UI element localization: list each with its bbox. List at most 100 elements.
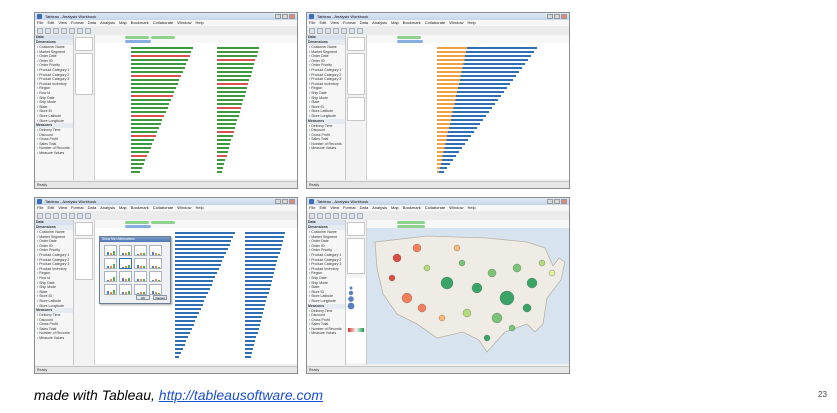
bar-mark[interactable] [175, 308, 201, 311]
dimension-item[interactable]: Product Category 1 [35, 68, 73, 73]
bar-mark[interactable] [131, 55, 190, 58]
sort-icon[interactable] [69, 27, 75, 34]
store-marker[interactable] [423, 264, 431, 272]
menu-data[interactable]: Data [360, 205, 368, 210]
marks-card[interactable] [75, 238, 93, 280]
bar-mark[interactable] [175, 276, 216, 279]
filters-card[interactable] [347, 37, 365, 51]
save-icon[interactable] [325, 27, 331, 34]
bar-mark[interactable] [217, 167, 223, 170]
bar-mark[interactable] [245, 328, 259, 331]
bar-mark[interactable] [131, 123, 161, 126]
sort-icon[interactable] [341, 212, 347, 219]
bar-mark[interactable] [245, 244, 282, 247]
bar-mark[interactable] [131, 59, 188, 62]
store-marker[interactable] [548, 269, 556, 277]
bar-mark[interactable] [217, 139, 232, 142]
bar-mark[interactable] [175, 344, 185, 347]
menu-window[interactable]: Window [177, 205, 191, 210]
undo-icon[interactable] [309, 27, 315, 34]
undo-icon[interactable] [37, 27, 43, 34]
bar-mark[interactable] [131, 51, 192, 54]
new-sheet-icon[interactable] [333, 212, 339, 219]
bar-mark[interactable] [437, 127, 477, 130]
bar-mark[interactable] [437, 91, 504, 94]
bar-mark[interactable] [245, 332, 258, 335]
bar-mark[interactable] [131, 103, 170, 106]
show-me-icon[interactable] [357, 212, 363, 219]
bar-mark[interactable] [437, 115, 486, 118]
maximize-button[interactable] [554, 199, 560, 204]
bar-mark[interactable] [437, 99, 498, 102]
bar-mark[interactable] [217, 91, 246, 94]
measure-item[interactable]: Measure Values [35, 336, 73, 341]
store-marker[interactable] [522, 303, 532, 313]
chart-type-option[interactable] [119, 245, 132, 256]
menu-analysis[interactable]: Analysis [100, 205, 115, 210]
bar-mark[interactable] [245, 260, 278, 263]
menu-edit[interactable]: Edit [319, 205, 326, 210]
minimize-button[interactable] [547, 14, 553, 19]
bar-mark[interactable] [217, 63, 255, 66]
menu-view[interactable]: View [58, 205, 67, 210]
bar-mark[interactable] [175, 336, 189, 339]
bar-mark[interactable] [131, 119, 163, 122]
measure-item[interactable]: Measure Values [35, 151, 73, 156]
bar-mark[interactable] [217, 59, 256, 62]
bar-mark[interactable] [175, 324, 194, 327]
store-marker[interactable] [471, 282, 483, 294]
bar-mark[interactable] [131, 63, 187, 66]
bar-mark[interactable] [217, 75, 251, 78]
bar-mark[interactable] [437, 119, 483, 122]
chart-type-option[interactable] [134, 284, 147, 295]
dimension-item[interactable]: Product Category 1 [35, 253, 73, 258]
menu-help[interactable]: Help [468, 205, 476, 210]
bar-mark[interactable] [217, 87, 247, 90]
bar-mark[interactable] [245, 272, 274, 275]
bar-mark[interactable] [217, 95, 245, 98]
dimension-item[interactable]: Product Category 1 [307, 253, 345, 258]
bar-mark[interactable] [245, 236, 284, 239]
bar-mark[interactable] [245, 320, 261, 323]
bar-mark[interactable] [245, 276, 273, 279]
bar-mark[interactable] [131, 127, 159, 130]
menu-view[interactable]: View [330, 205, 339, 210]
save-icon[interactable] [325, 212, 331, 219]
swap-icon[interactable] [349, 212, 355, 219]
bar-mark[interactable] [437, 55, 531, 58]
minimize-button[interactable] [547, 199, 553, 204]
bar-mark[interactable] [245, 264, 277, 267]
menu-collaborate[interactable]: Collaborate [425, 205, 445, 210]
bar-mark[interactable] [245, 232, 285, 235]
bar-mark[interactable] [245, 356, 251, 359]
menu-file[interactable]: File [37, 205, 43, 210]
store-marker[interactable] [440, 276, 454, 290]
bar-mark[interactable] [437, 95, 501, 98]
menu-view[interactable]: View [330, 20, 339, 25]
bar-mark[interactable] [437, 87, 507, 90]
bar-mark[interactable] [437, 59, 528, 62]
bar-mark[interactable] [175, 236, 234, 239]
store-marker[interactable] [487, 268, 497, 278]
bar-mark[interactable] [175, 304, 203, 307]
measure-item[interactable]: Measure Values [307, 331, 345, 336]
menu-view[interactable]: View [58, 20, 67, 25]
bar-mark[interactable] [217, 111, 240, 114]
bar-mark[interactable] [175, 300, 205, 303]
bar-mark[interactable] [131, 147, 151, 150]
maximize-button[interactable] [554, 14, 560, 19]
bar-mark[interactable] [437, 123, 480, 126]
close-button[interactable] [289, 14, 295, 19]
bar-mark[interactable] [131, 155, 148, 158]
bar-mark[interactable] [175, 264, 221, 267]
chart-type-option[interactable] [104, 245, 117, 256]
bar-mark[interactable] [131, 115, 165, 118]
swap-icon[interactable] [77, 212, 83, 219]
bar-mark[interactable] [175, 328, 192, 331]
menu-map[interactable]: Map [391, 205, 399, 210]
chart-type-option[interactable] [119, 271, 132, 282]
bar-mark[interactable] [437, 155, 456, 158]
menu-analysis[interactable]: Analysis [372, 20, 387, 25]
marks-card[interactable] [347, 53, 365, 95]
menu-file[interactable]: File [37, 20, 43, 25]
